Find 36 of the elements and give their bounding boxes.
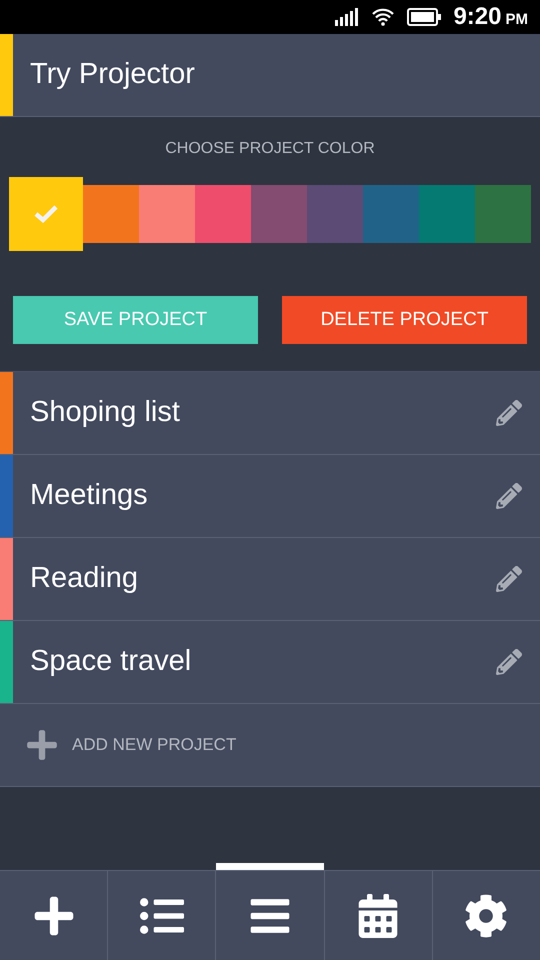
color-swatch[interactable] <box>475 185 531 243</box>
color-picker-label: CHOOSE PROJECT COLOR <box>165 139 375 159</box>
color-swatch[interactable] <box>83 185 139 243</box>
edit-icon[interactable] <box>496 649 522 675</box>
settings-icon <box>464 894 508 938</box>
edit-icon[interactable] <box>496 400 522 426</box>
edit-icon[interactable] <box>496 483 522 509</box>
battery-icon <box>407 8 442 26</box>
color-swatch[interactable] <box>251 185 307 243</box>
color-swatch[interactable] <box>419 185 475 243</box>
project-row[interactable]: Reading <box>0 538 540 621</box>
calendar-icon <box>356 894 400 938</box>
project-row[interactable]: Try Projector <box>0 34 540 117</box>
project-row[interactable]: Meetings <box>0 455 540 538</box>
add-icon <box>25 728 59 762</box>
delete-button[interactable]: DELETE PROJECT <box>282 296 527 344</box>
project-row[interactable]: Shoping list <box>0 372 540 455</box>
project-name: Try Projector <box>30 57 195 92</box>
wifi-icon <box>371 8 396 26</box>
color-swatch[interactable] <box>195 185 251 243</box>
clock-time: 9:20 <box>453 2 502 32</box>
add-project-row[interactable]: ADD NEW PROJECT <box>0 704 540 787</box>
check-icon <box>34 205 58 223</box>
project-name: Shoping list <box>30 395 181 430</box>
project-name: Space travel <box>30 644 192 680</box>
project-name: Reading <box>30 561 140 596</box>
signal-icon <box>335 8 360 26</box>
color-swatch[interactable] <box>307 185 363 243</box>
edit-icon[interactable] <box>496 566 522 592</box>
color-swatch[interactable] <box>139 185 195 243</box>
project-row[interactable]: Space travel <box>0 621 540 704</box>
clock-period: PM <box>506 10 528 30</box>
color-swatch[interactable] <box>9 177 83 251</box>
add-project-label: ADD NEW PROJECT <box>72 734 236 756</box>
project-name: Meetings <box>30 478 149 514</box>
color-swatch[interactable] <box>363 185 419 243</box>
